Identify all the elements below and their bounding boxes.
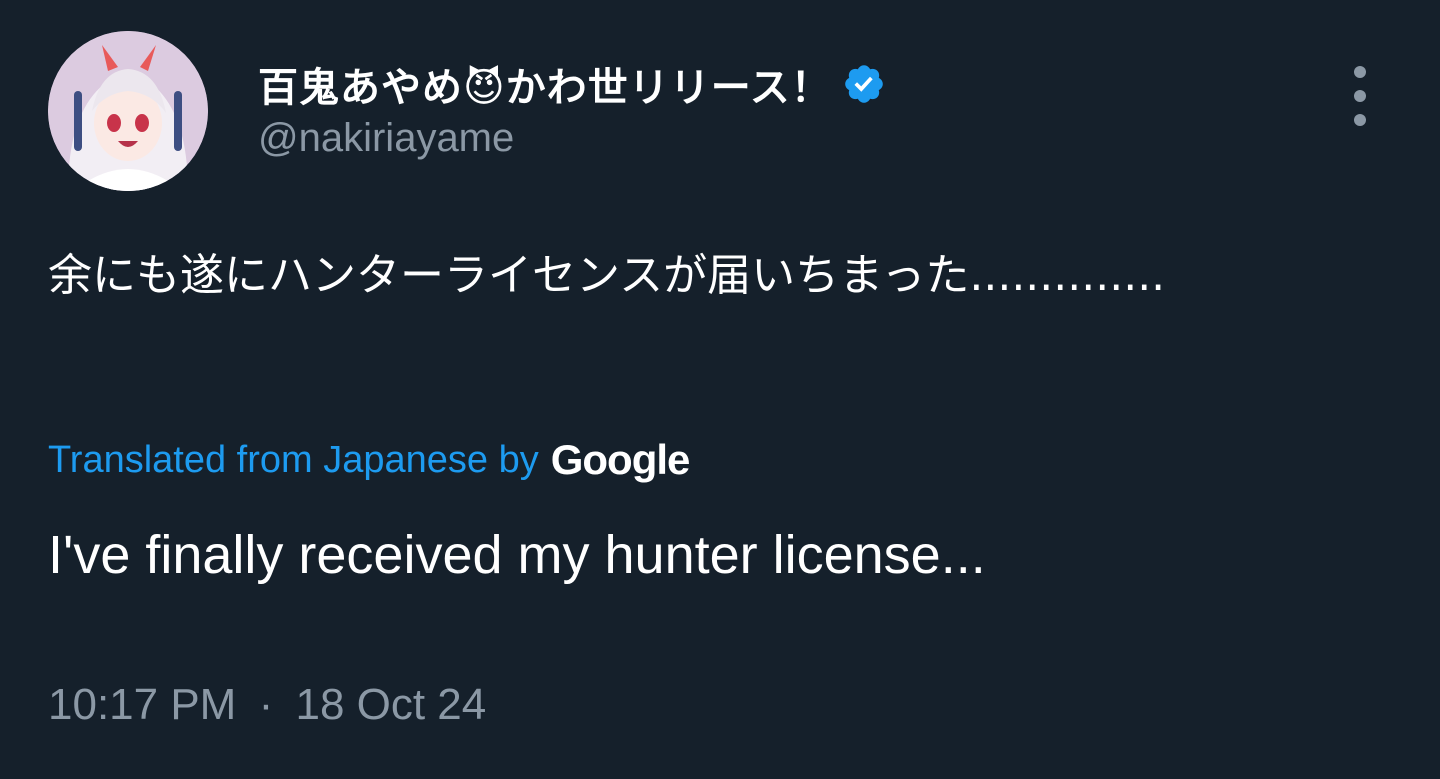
google-logo: Google <box>550 436 691 483</box>
avatar-illustration-icon <box>48 31 208 191</box>
more-dot <box>1354 90 1366 102</box>
timestamp-separator: · <box>258 680 274 729</box>
translated-tweet-text: I've finally received my hunter license.… <box>48 525 986 585</box>
profile-avatar[interactable] <box>48 31 208 191</box>
more-options-icon[interactable] <box>1342 66 1378 126</box>
verified-badge-icon <box>842 62 886 106</box>
tweet-time[interactable]: 10:17 PM <box>48 680 236 729</box>
author-handle[interactable]: @nakiriayame <box>258 116 514 161</box>
translated-from-link[interactable]: Translated from Japanese by <box>48 439 539 482</box>
tweet-date[interactable]: 18 Oct 24 <box>295 680 486 729</box>
author-name-row: 百鬼あやめ😈かわ世リリース！ <box>258 56 886 112</box>
translation-attribution: Translated from Japanese by Google <box>48 432 691 488</box>
more-dot <box>1354 66 1366 78</box>
tweet-card: 百鬼あやめ😈かわ世リリース！ @nakiriayame 余にも遂にハンターライセ… <box>0 0 1440 779</box>
author-display-name[interactable]: 百鬼あやめ😈かわ世リリース！ <box>258 55 832 113</box>
more-dot <box>1354 114 1366 126</box>
tweet-timestamp: 10:17 PM · 18 Oct 24 <box>48 680 486 730</box>
tweet-body-text: 余にも遂にハンターライセンスが届いちまった.............. <box>48 250 1166 301</box>
